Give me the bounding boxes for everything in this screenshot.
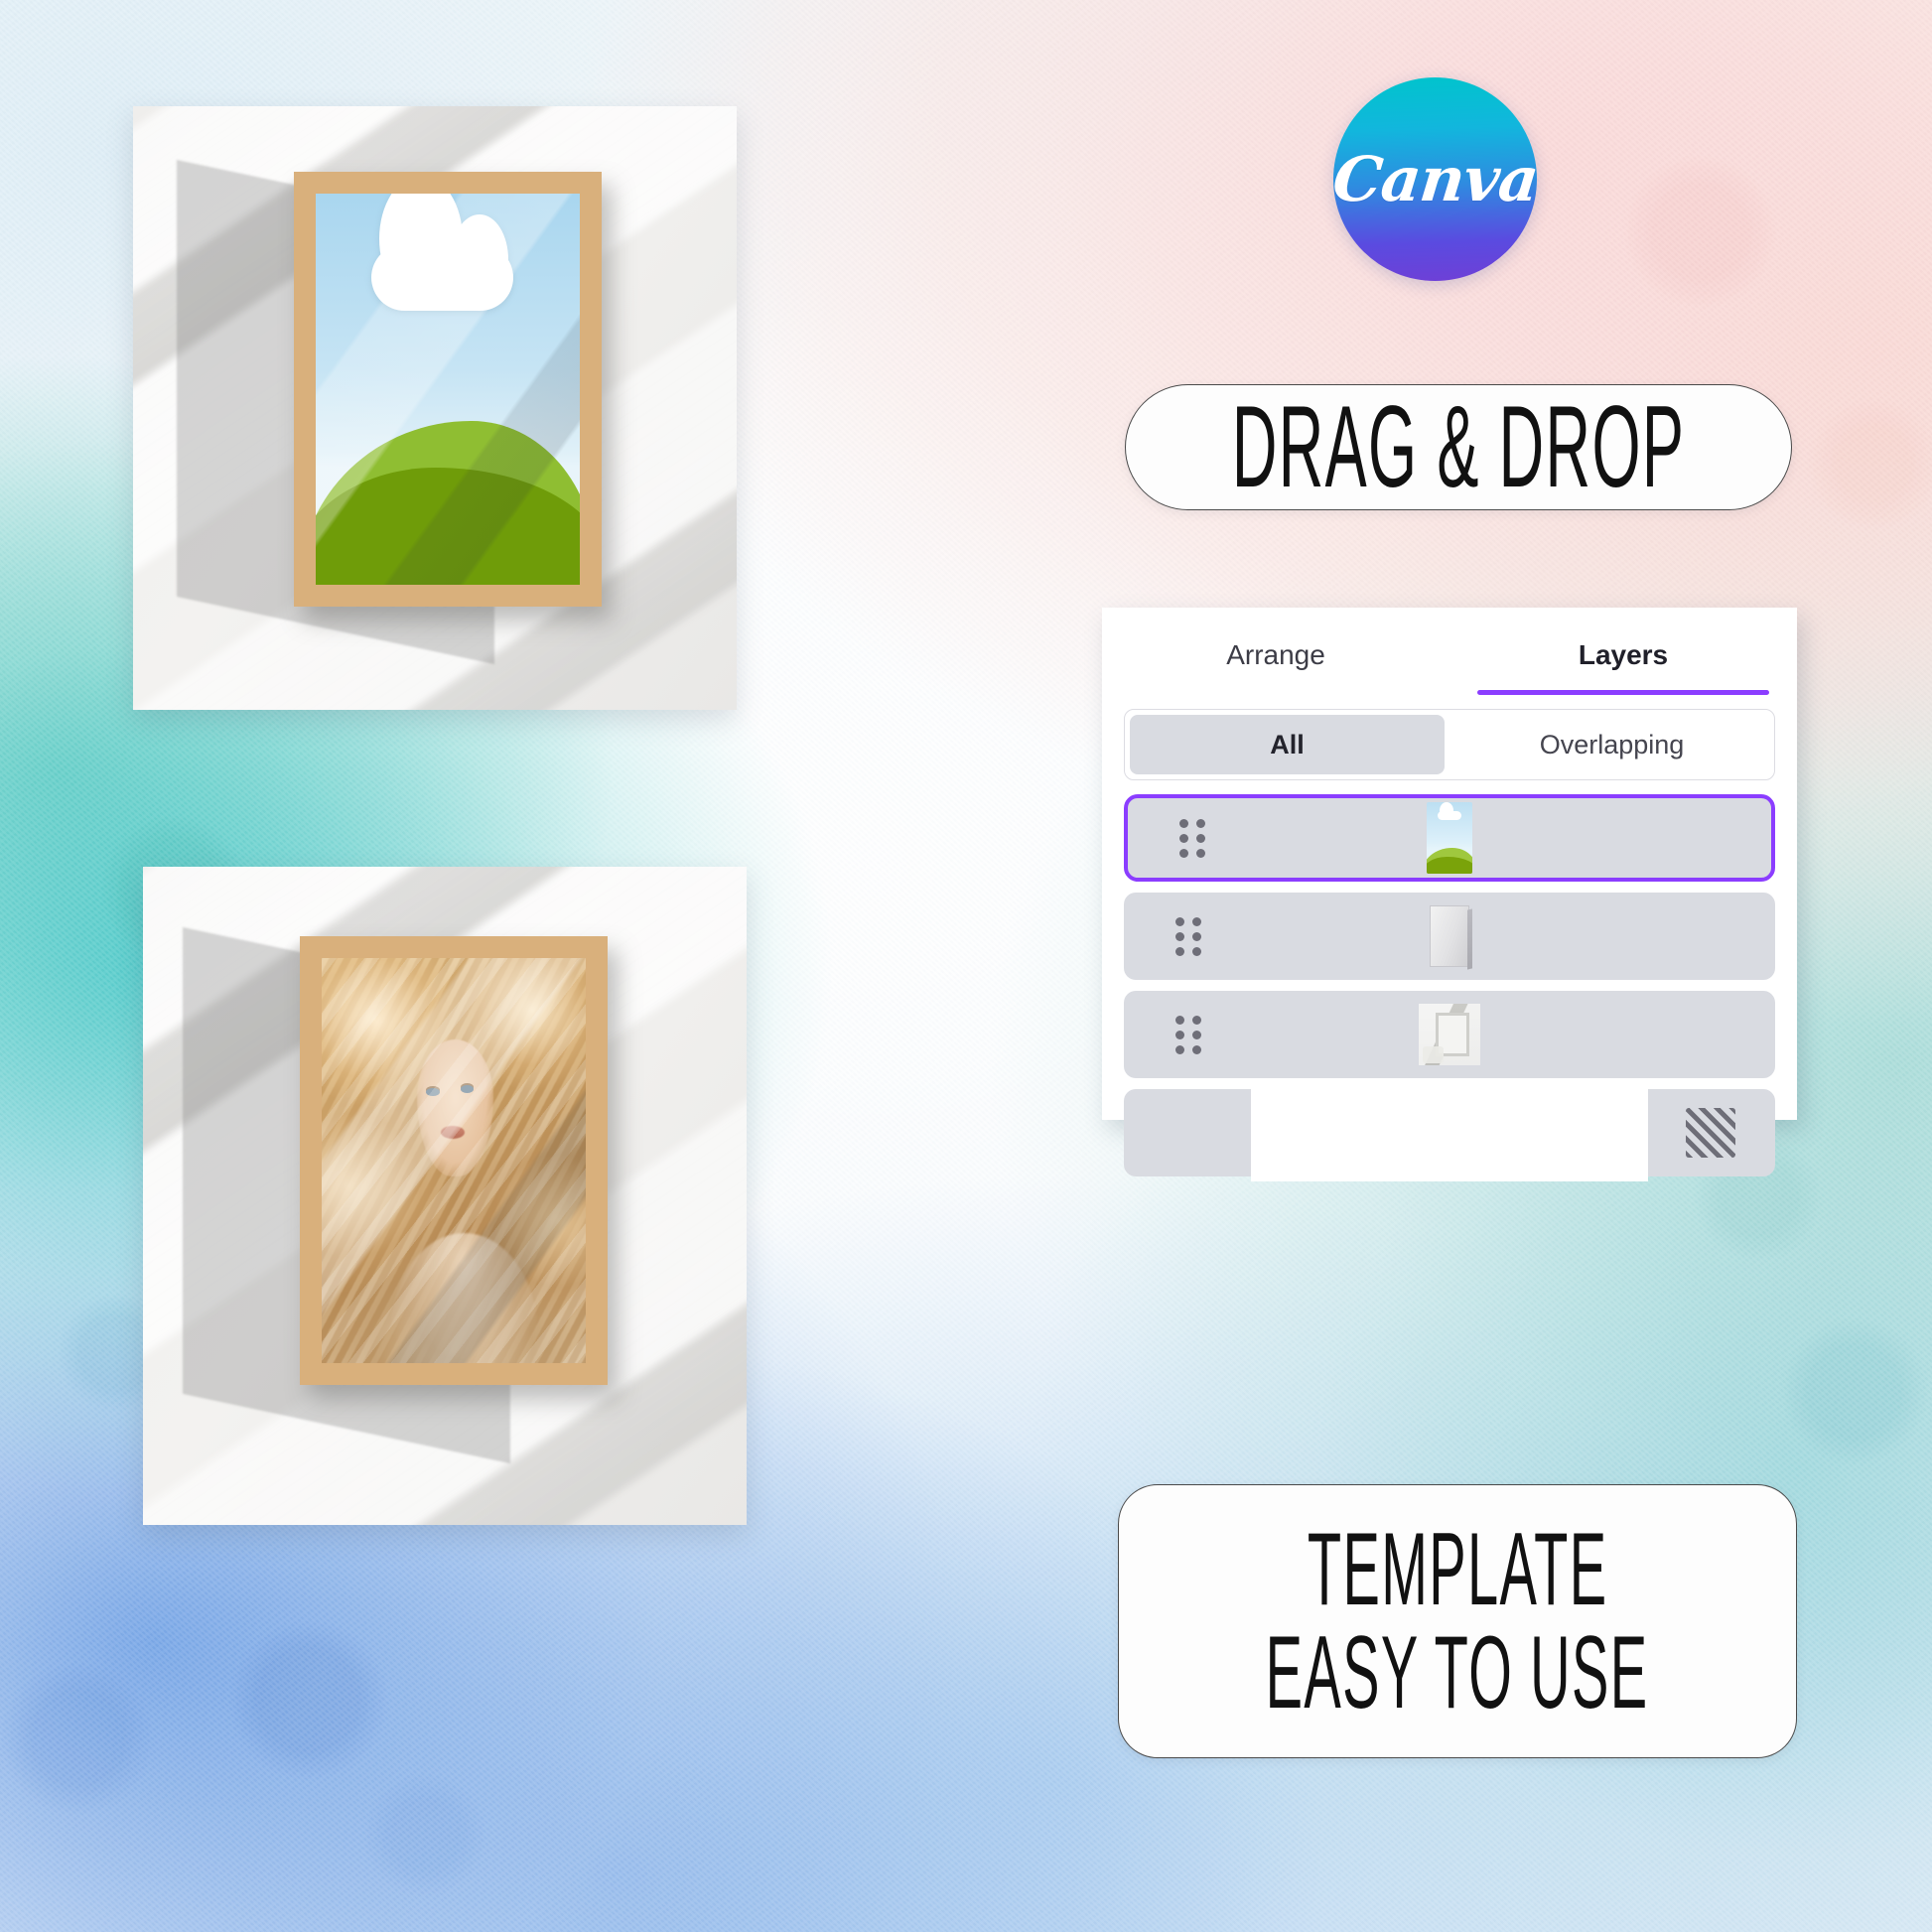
drag-and-drop-label: DRAG & DROP [1231,382,1686,512]
panel-tab-bar: Arrange Layers [1102,608,1797,703]
canva-layers-panel: Arrange Layers All Overlapping [1102,608,1797,1181]
filter-option-overlapping-label: Overlapping [1539,729,1685,759]
wooden-picture-frame [300,936,608,1385]
template-label: TEMPLATE [1307,1511,1608,1627]
canva-wordmark: Canva [1328,143,1542,215]
cloud-shape [370,194,514,312]
wooden-picture-frame [294,172,602,607]
frame-artwork-area [322,958,586,1363]
tab-layers[interactable]: Layers [1449,608,1797,703]
layer-filter-segmented-control: All Overlapping [1124,709,1775,780]
portrait-artwork [322,958,586,1363]
canva-logo: Canva [1329,77,1541,281]
layer-row[interactable] [1124,794,1775,882]
drag-handle-icon[interactable] [1175,917,1201,956]
filter-option-all[interactable]: All [1130,715,1445,774]
veil-overlay [322,958,586,1363]
template-easy-to-use-badge: TEMPLATE EASY TO USE [1118,1484,1797,1758]
easy-to-use-label: EASY TO USE [1266,1614,1649,1730]
transparency-pattern-icon [1686,1108,1735,1158]
framed-portrait-mockup [143,867,747,1525]
poster-canvas: Canva DRAG & DROP Arrange Layers All Ove… [0,0,1932,1932]
filter-option-overlapping[interactable]: Overlapping [1454,715,1769,774]
layer-list [1102,780,1797,1194]
filter-option-all-label: All [1270,729,1305,759]
drag-handle-icon[interactable] [1175,1016,1201,1054]
tab-layers-label: Layers [1578,639,1669,670]
drag-handle-icon[interactable] [1179,819,1205,858]
white-background-swatch [1251,1084,1648,1181]
framed-landscape-mockup [133,106,737,710]
landscape-artwork [316,194,580,585]
tab-arrange-label: Arrange [1226,639,1325,670]
layer-row[interactable] [1124,893,1775,980]
frame-artwork-area [316,194,580,585]
tab-arrange[interactable]: Arrange [1102,608,1449,703]
room-mockup-thumbnail [1419,1004,1480,1065]
landscape-art-thumbnail [1427,802,1472,874]
layer-row[interactable] [1124,1084,1775,1181]
frame-shadow-thumbnail [1430,905,1469,967]
layer-row[interactable] [1124,991,1775,1078]
drag-and-drop-badge: DRAG & DROP [1125,384,1792,510]
